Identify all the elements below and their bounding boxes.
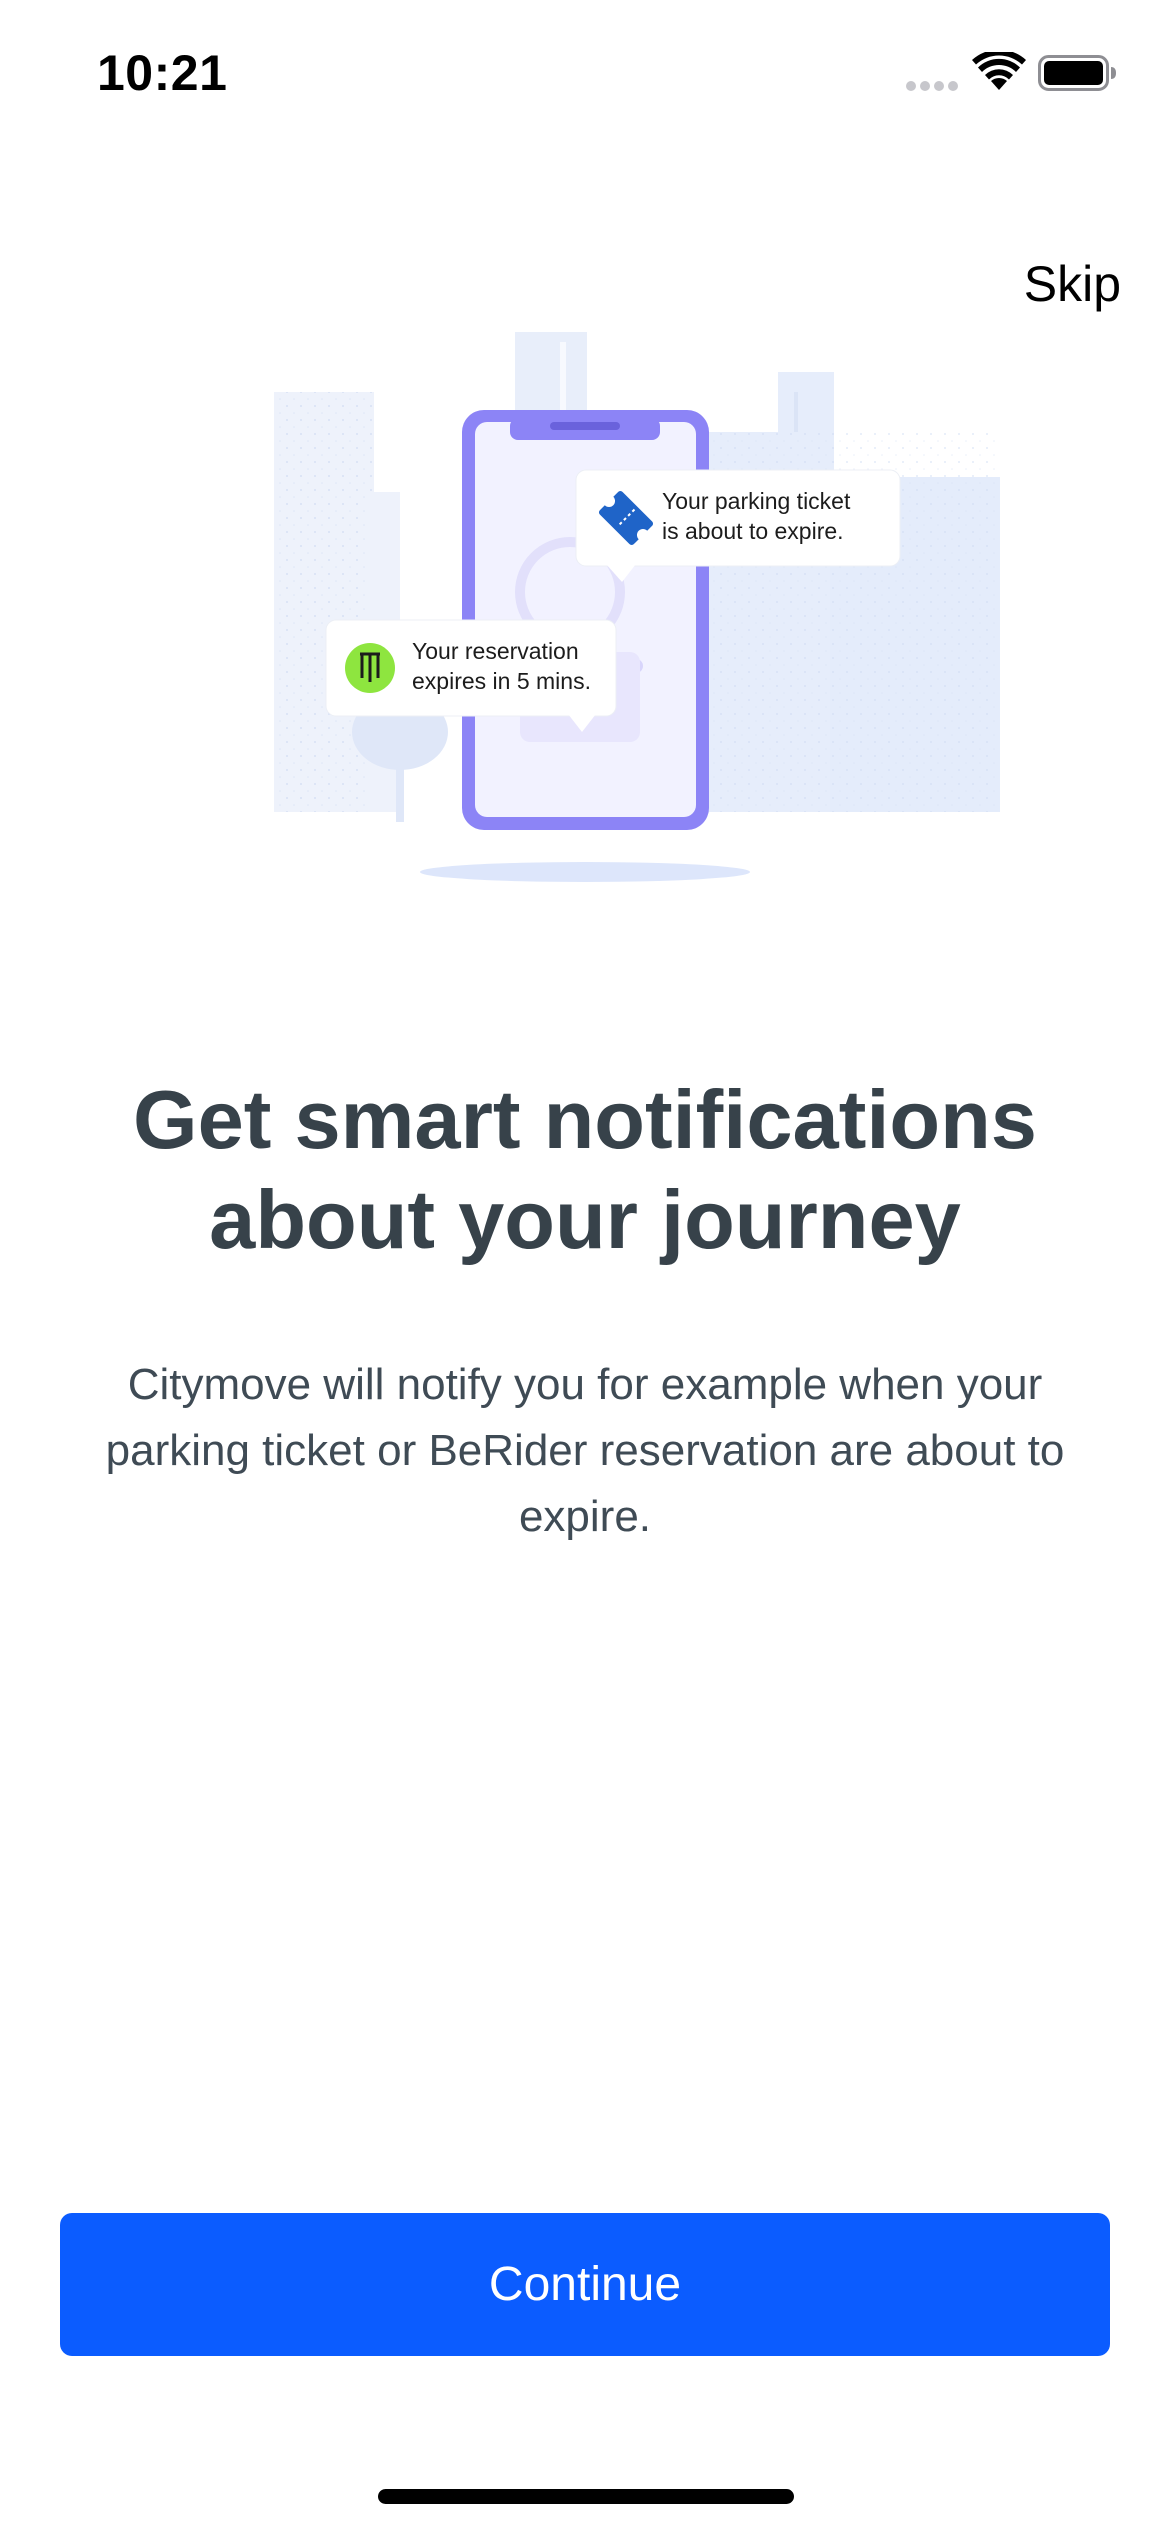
reservation-notification: Your reservation expires in 5 mins.	[325, 619, 617, 732]
page-title-line2: about your journey	[209, 1173, 961, 1266]
battery-icon	[1038, 55, 1116, 91]
continue-button[interactable]: Continue	[60, 2213, 1110, 2356]
reservation-notification-line2: expires in 5 mins.	[412, 668, 591, 694]
page-description: Citymove will notify you for example whe…	[105, 1360, 1065, 1541]
phone-shadow	[420, 862, 750, 882]
parking-notification-line1: Your parking ticket	[662, 488, 851, 514]
page-title-line1: Get smart notifications	[133, 1073, 1037, 1166]
parking-notification: Your parking ticket is about to expire.	[575, 469, 901, 582]
scooter-glyph	[360, 652, 380, 682]
wifi-icon	[972, 52, 1026, 90]
home-indicator	[378, 2489, 794, 2504]
status-bar: 10:21	[0, 0, 1170, 150]
parking-notification-line2: is about to expire.	[662, 518, 844, 544]
notifications-illustration: Your parking ticket is about to expire. …	[274, 332, 1000, 882]
reservation-notification-line1: Your reservation	[412, 638, 579, 664]
page-title: Get smart notifications about your journ…	[60, 1070, 1110, 1270]
status-time: 10:21	[97, 45, 228, 101]
skip-button[interactable]: Skip	[1024, 255, 1121, 313]
cellular-signal-icon	[906, 81, 958, 91]
